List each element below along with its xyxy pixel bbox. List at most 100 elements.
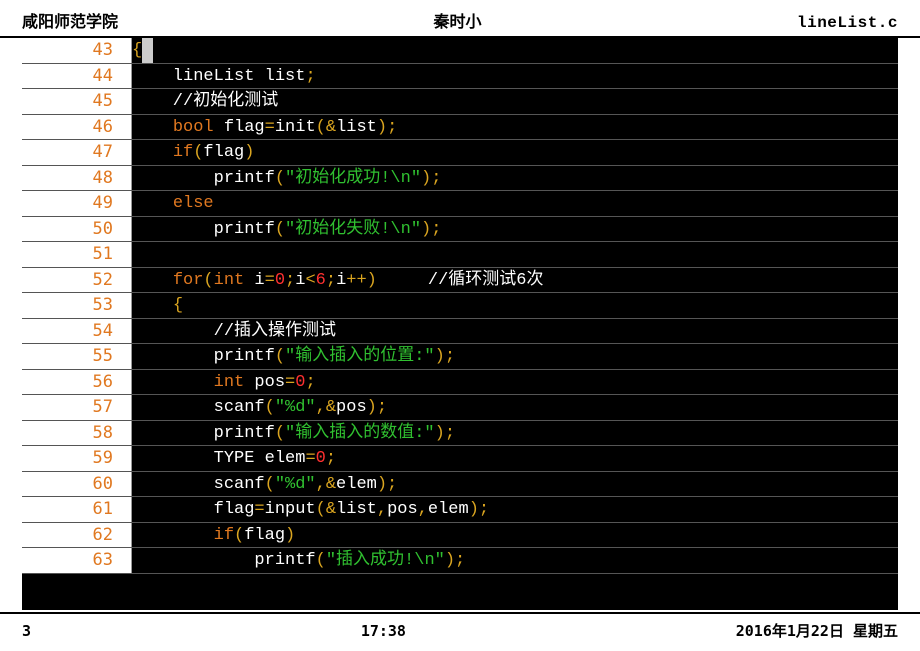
code-content: flag=input(&list,pos,elem); <box>132 497 898 522</box>
code-token: elem <box>336 475 377 494</box>
code-content: //插入操作测试 <box>132 319 898 344</box>
code-token: (& <box>316 500 336 519</box>
code-content: printf("输入插入的数值:"); <box>132 421 898 446</box>
code-token: list <box>336 500 377 519</box>
code-token: { <box>173 296 183 315</box>
code-token: int <box>214 271 245 290</box>
code-content: { <box>132 38 898 63</box>
code-row: 57 scanf("%d",&pos); <box>22 395 898 421</box>
code-content: else <box>132 191 898 216</box>
code-token: //插入操作测试 <box>132 322 336 341</box>
code-token: "输入插入的数值:" <box>285 424 435 443</box>
code-row: 63 printf("插入成功!\n"); <box>22 548 898 574</box>
code-token: 6 <box>316 271 326 290</box>
header-filename: lineList.c <box>797 14 898 32</box>
code-row: 59 TYPE elem=0; <box>22 446 898 472</box>
code-content: lineList list; <box>132 64 898 89</box>
line-number: 56 <box>22 370 132 395</box>
line-number: 63 <box>22 548 132 573</box>
code-row: 46 bool flag=init(&list); <box>22 115 898 141</box>
code-token: int <box>214 373 245 392</box>
line-number: 62 <box>22 523 132 548</box>
code-token: i <box>244 271 264 290</box>
code-token: elem <box>428 500 469 519</box>
code-token: printf <box>132 169 275 188</box>
code-token: ; <box>305 67 315 86</box>
line-number: 55 <box>22 344 132 369</box>
code-row: 43{ <box>22 38 898 64</box>
code-content: scanf("%d",&elem); <box>132 472 898 497</box>
line-number: 47 <box>22 140 132 165</box>
code-token: flag <box>244 526 285 545</box>
code-row: 61 flag=input(&list,pos,elem); <box>22 497 898 523</box>
code-token <box>132 194 173 213</box>
code-token: ; <box>326 449 336 468</box>
code-token: printf <box>132 551 316 570</box>
code-token: ( <box>265 475 275 494</box>
footer-time: 17:38 <box>31 622 736 640</box>
code-token: scanf <box>132 398 265 417</box>
code-token: ( <box>193 143 203 162</box>
code-token: if <box>173 143 193 162</box>
line-number: 51 <box>22 242 132 267</box>
code-token: = <box>305 449 315 468</box>
code-token: ); <box>421 220 441 239</box>
code-token: //初始化测试 <box>132 92 278 111</box>
code-token: 0 <box>316 449 326 468</box>
code-content: bool flag=init(&list); <box>132 115 898 140</box>
code-content: printf("插入成功!\n"); <box>132 548 898 573</box>
code-row: 50 printf("初始化失败!\n"); <box>22 217 898 243</box>
code-token: , <box>418 500 428 519</box>
code-token: //循环测试6次 <box>377 271 544 290</box>
code-row: 53 { <box>22 293 898 319</box>
line-number: 46 <box>22 115 132 140</box>
code-token: ) <box>285 526 295 545</box>
code-token: "%d" <box>275 398 316 417</box>
code-content: printf("初始化失败!\n"); <box>132 217 898 242</box>
code-token: ); <box>377 475 397 494</box>
code-row: 52 for(int i=0;i<6;i++) //循环测试6次 <box>22 268 898 294</box>
line-number: 54 <box>22 319 132 344</box>
code-token: { <box>132 41 142 60</box>
header-left: 咸阳师范学院 <box>22 8 118 32</box>
code-token: printf <box>132 424 275 443</box>
page-header: 咸阳师范学院 秦时小 lineList.c <box>0 0 920 38</box>
code-token: ; <box>326 271 336 290</box>
code-token <box>132 271 173 290</box>
code-token: 0 <box>275 271 285 290</box>
code-token: , <box>377 500 387 519</box>
code-token: "输入插入的位置:" <box>285 347 435 366</box>
code-token: else <box>173 194 214 213</box>
code-token: ( <box>275 220 285 239</box>
code-token: ; <box>305 373 315 392</box>
code-token: ); <box>367 398 387 417</box>
header-center: 秦时小 <box>118 8 797 32</box>
code-content: for(int i=0;i<6;i++) //循环测试6次 <box>132 268 898 293</box>
code-token: pos <box>336 398 367 417</box>
code-token: ); <box>435 424 455 443</box>
code-token: i <box>336 271 346 290</box>
code-content: TYPE elem=0; <box>132 446 898 471</box>
code-token: input <box>265 500 316 519</box>
code-row: 54 //插入操作测试 <box>22 319 898 345</box>
line-number: 44 <box>22 64 132 89</box>
code-token: = <box>265 271 275 290</box>
code-token: "插入成功!\n" <box>326 551 445 570</box>
line-number: 58 <box>22 421 132 446</box>
code-token <box>132 526 214 545</box>
code-token: list <box>336 118 377 137</box>
line-number: 48 <box>22 166 132 191</box>
code-token: TYPE elem <box>132 449 305 468</box>
code-token: = <box>254 500 264 519</box>
code-token: "初始化成功!\n" <box>285 169 421 188</box>
code-token: 0 <box>295 373 305 392</box>
line-number: 59 <box>22 446 132 471</box>
line-number: 61 <box>22 497 132 522</box>
code-token: ++) <box>346 271 377 290</box>
code-token: ( <box>316 551 326 570</box>
code-token: ); <box>435 347 455 366</box>
code-token: pos <box>387 500 418 519</box>
code-row: 47 if(flag) <box>22 140 898 166</box>
code-content: if(flag) <box>132 523 898 548</box>
code-token: printf <box>132 220 275 239</box>
